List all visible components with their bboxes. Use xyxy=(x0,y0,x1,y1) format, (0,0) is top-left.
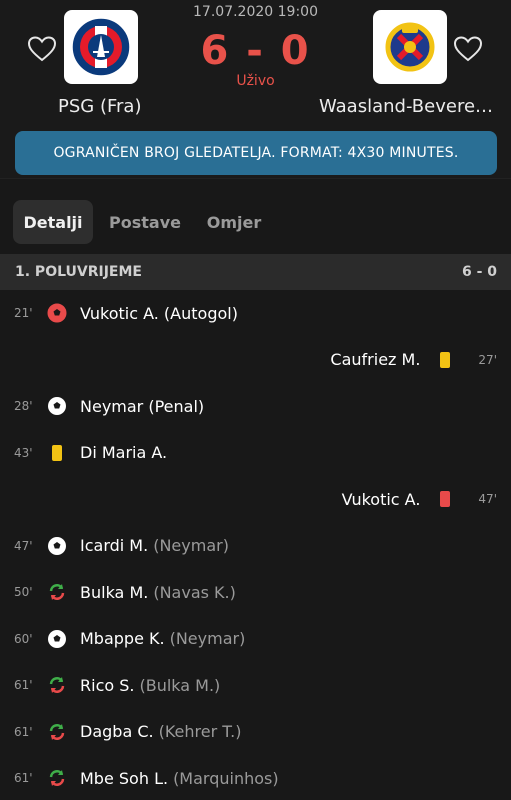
event-row[interactable]: 28' Neymar (Penal) xyxy=(0,383,511,430)
event-player: Icardi M. xyxy=(80,536,149,556)
event-minute: 28' xyxy=(14,399,33,414)
event-player: Bulka M. xyxy=(80,582,149,602)
event-row[interactable]: Vukotic A. 47' xyxy=(0,476,511,523)
event-row[interactable]: Caufriez M. 27' xyxy=(0,337,511,384)
half-title: 1. POLUVRIJEME xyxy=(15,264,142,280)
tab-odds[interactable]: Omjer xyxy=(198,200,270,244)
match-header: 17.07.2020 19:00 6 - 0 Uživo PSG (Fra) W… xyxy=(0,0,511,178)
event-substituted: (Kehrer T.) xyxy=(158,722,242,742)
event-player: Vukotic A. (Autogol) xyxy=(80,303,238,323)
event-row[interactable]: 43' Di Maria A. xyxy=(0,430,511,477)
event-player: Mbe Soh L. xyxy=(80,768,169,788)
event-minute: 47' xyxy=(478,492,497,507)
event-minute: 61' xyxy=(14,678,33,693)
event-row[interactable]: 61' Dagba C. (Kehrer T.) xyxy=(0,709,511,756)
away-team-name[interactable]: Waasland-Beveren... xyxy=(319,96,499,117)
half-header: 1. POLUVRIJEME 6 - 0 xyxy=(0,254,511,290)
event-assist: (Neymar) xyxy=(169,629,246,649)
red-card-icon xyxy=(432,486,458,512)
tab-lineups[interactable]: Postave xyxy=(100,200,190,244)
event-minute: 50' xyxy=(14,585,33,600)
yellow-card-icon xyxy=(44,440,70,466)
half-score: 6 - 0 xyxy=(461,264,497,280)
waasland-beveren-logo[interactable] xyxy=(373,10,447,84)
event-substituted: (Navas K.) xyxy=(153,582,236,602)
event-substituted: (Bulka M.) xyxy=(139,675,221,695)
event-minute: 47' xyxy=(14,538,33,553)
substitution-icon xyxy=(44,579,70,605)
goal-ball-icon xyxy=(44,626,70,652)
event-row[interactable]: 21' Vukotic A. (Autogol) xyxy=(0,290,511,337)
info-banner: OGRANIČEN BROJ GLEDATELJA. FORMAT: 4X30 … xyxy=(15,131,497,175)
event-substituted: (Marquinhos) xyxy=(173,768,279,788)
goal-ball-icon xyxy=(44,533,70,559)
event-player: Caufriez M. xyxy=(330,350,421,370)
home-team-name[interactable]: PSG (Fra) xyxy=(58,96,141,117)
events-list: 21' Vukotic A. (Autogol) Caufriez M. 27'… xyxy=(0,290,511,800)
yellow-card-icon xyxy=(432,347,458,373)
substitution-icon xyxy=(44,765,70,791)
goal-ball-icon xyxy=(44,393,70,419)
event-row[interactable]: 47' Icardi M. (Neymar) xyxy=(0,523,511,570)
event-row[interactable]: 60' Mbappe K. (Neymar) xyxy=(0,616,511,663)
substitution-icon xyxy=(44,672,70,698)
event-minute: 27' xyxy=(478,352,497,367)
tab-details[interactable]: Detalji xyxy=(13,200,93,244)
event-minute: 61' xyxy=(14,724,33,739)
event-minute: 43' xyxy=(14,445,33,460)
own-goal-ball-icon xyxy=(44,300,70,326)
event-row[interactable]: 50' Bulka M. (Navas K.) xyxy=(0,569,511,616)
event-player: Dagba C. xyxy=(80,722,154,742)
event-minute: 60' xyxy=(14,631,33,646)
favorite-away-heart-icon[interactable] xyxy=(453,34,483,64)
event-player: Vukotic A. xyxy=(341,489,421,509)
substitution-icon xyxy=(44,719,70,745)
event-assist: (Neymar) xyxy=(153,536,229,556)
event-player: Di Maria A. xyxy=(80,443,168,463)
event-minute: 61' xyxy=(14,771,33,786)
event-row[interactable]: 61' Mbe Soh L. (Marquinhos) xyxy=(0,755,511,800)
event-row[interactable]: 61' Rico S. (Bulka M.) xyxy=(0,662,511,709)
event-minute: 21' xyxy=(14,306,33,321)
match-tabs: Detalji Postave Omjer xyxy=(0,178,511,254)
event-player: Neymar (Penal) xyxy=(80,396,205,416)
event-player: Mbappe K. xyxy=(80,629,165,649)
event-player: Rico S. xyxy=(80,675,135,695)
